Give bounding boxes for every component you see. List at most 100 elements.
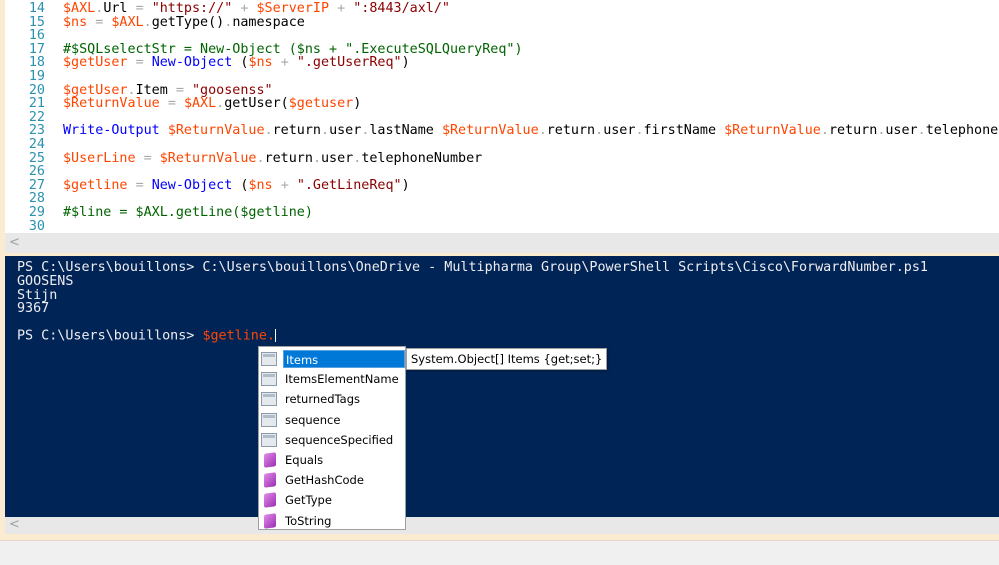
code-token: . — [820, 123, 829, 139]
code-token: $getuser — [288, 96, 354, 112]
line-number: 22 — [28, 109, 45, 125]
line-number: 17 — [28, 41, 45, 57]
console-input[interactable]: $getline. — [202, 329, 275, 344]
console-input-line[interactable]: PS C:\Users\bouillons> $getline. — [17, 329, 276, 343]
intellisense-item[interactable]: ItemsElementName — [259, 369, 405, 389]
code-token: $ReturnValue — [159, 150, 257, 166]
intellisense-item[interactable]: Items — [259, 349, 405, 369]
code-token: . — [595, 123, 604, 139]
line-number: 18 — [28, 55, 45, 71]
code-token: user — [603, 123, 636, 139]
intellisense-item-label: returnedTags — [285, 392, 360, 407]
intellisense-item-label: ToString — [285, 513, 332, 528]
line-number: 20 — [28, 82, 45, 98]
intellisense-item-label: Items — [283, 350, 405, 369]
method-icon — [264, 452, 276, 468]
code-token: user — [885, 123, 918, 139]
code-text: Write-Output $ReturnValue.return.user.la… — [63, 124, 999, 138]
code-token: lastName — [369, 123, 442, 139]
code-token: $AXL — [183, 96, 217, 112]
console-command-line: PS C:\Users\bouillons> C:\Users\bouillon… — [17, 260, 928, 275]
code-text: #$line = $AXL.getLine($getline) — [63, 206, 313, 220]
property-icon — [261, 432, 277, 447]
status-bar — [0, 540, 999, 565]
line-number: 23 — [28, 123, 45, 139]
code-token: return — [264, 150, 313, 166]
code-token: . — [538, 123, 547, 139]
intellisense-item[interactable]: sequence — [259, 410, 405, 430]
code-token: ".getUserReq" — [296, 55, 402, 71]
line-number: 28 — [28, 191, 45, 207]
line-number: 29 — [28, 205, 45, 220]
intellisense-item[interactable]: sequenceSpecified — [259, 430, 405, 450]
code-token: getType() — [151, 14, 225, 30]
intellisense-item-label: sequenceSpecified — [285, 432, 394, 447]
code-text: $ns = $AXL.getType().namespace — [63, 14, 305, 30]
code-token: ".GetLineReq" — [296, 177, 402, 193]
code-token: . — [312, 150, 321, 166]
intellisense-item-label: ItemsElementName — [285, 372, 399, 387]
code-text: $AXL.Url = "https://" + $ServerIP + ":84… — [63, 2, 450, 16]
code-token: ) — [353, 96, 362, 112]
line-number: 21 — [28, 96, 45, 112]
code-token: . — [143, 14, 152, 30]
line-number: 14 — [28, 1, 45, 16]
code-token: telephoneNumber — [361, 150, 483, 166]
intellisense-item-label: GetHashCode — [285, 473, 364, 488]
code-token: + — [280, 177, 297, 193]
code-token: = — [167, 96, 184, 112]
console-output-line: GOOSENS — [17, 274, 74, 289]
intellisense-item[interactable]: returnedTags — [259, 389, 405, 409]
scroll-left-icon[interactable]: < — [9, 235, 20, 250]
line-number: 24 — [28, 137, 45, 152]
code-token: = — [135, 177, 152, 193]
property-icon — [261, 392, 277, 407]
code-token: getUser( — [224, 96, 289, 112]
code-token: . — [321, 123, 330, 139]
code-token: ) — [401, 55, 410, 71]
code-token: ) — [401, 177, 410, 193]
editor-horizontal-scrollbar[interactable]: < — [5, 233, 999, 253]
code-token: $UserLine — [63, 150, 144, 166]
method-icon — [264, 472, 276, 489]
property-icon — [261, 372, 277, 387]
line-number: 16 — [28, 28, 45, 44]
line-number: 30 — [28, 218, 45, 233]
code-token: namespace — [232, 14, 305, 30]
line-number: 26 — [28, 164, 45, 180]
intellisense-list[interactable]: Items ItemsElementName returnedTags sequenc… — [258, 346, 406, 530]
code-token: $ns — [248, 177, 281, 193]
intellisense-item-label: GetType — [285, 493, 332, 508]
property-icon — [261, 412, 277, 427]
code-token: $ReturnValue — [63, 96, 168, 112]
console-horizontal-scrollbar[interactable]: < — [5, 517, 999, 534]
code-token: telephoneNumber — [925, 123, 999, 139]
console-pane[interactable]: PS C:\Users\bouillons> C:\Users\bouillon… — [5, 256, 999, 517]
intellisense-item-label: Equals — [285, 453, 324, 468]
script-editor[interactable]: 14 $AXL.Url = "https://" + $ServerIP + ":… — [5, 0, 999, 233]
code-token: user — [329, 123, 362, 139]
code-token: . — [917, 123, 926, 139]
code-token: . — [264, 123, 273, 139]
code-token: $ns — [63, 14, 96, 30]
code-token: + — [280, 55, 297, 71]
intellisense-item[interactable]: GetHashCode — [259, 470, 405, 490]
code-token: Write-Output — [63, 123, 168, 139]
code-token: . — [256, 150, 265, 166]
intellisense-item[interactable]: Equals — [259, 450, 405, 470]
code-text: $getline = New-Object ($ns + ".GetLineRe… — [63, 177, 410, 193]
code-token: ":8443/axl/" — [353, 1, 450, 16]
intellisense-item[interactable]: ToString — [259, 511, 405, 531]
console-output-line: 9367 — [17, 301, 50, 316]
code-token: return — [272, 123, 321, 139]
console-prompt: PS C:\Users\bouillons> — [17, 328, 203, 344]
intellisense-item[interactable]: GetType — [259, 490, 405, 510]
code-token: = — [95, 14, 112, 30]
code-text: $ReturnValue = $AXL.getUser($getuser) — [63, 97, 361, 111]
scroll-left-icon[interactable]: < — [9, 517, 20, 532]
line-number: 19 — [28, 69, 45, 84]
method-icon — [264, 512, 276, 529]
line-number: 27 — [28, 177, 45, 193]
code-token: user — [321, 150, 354, 166]
code-token: = — [143, 150, 160, 166]
